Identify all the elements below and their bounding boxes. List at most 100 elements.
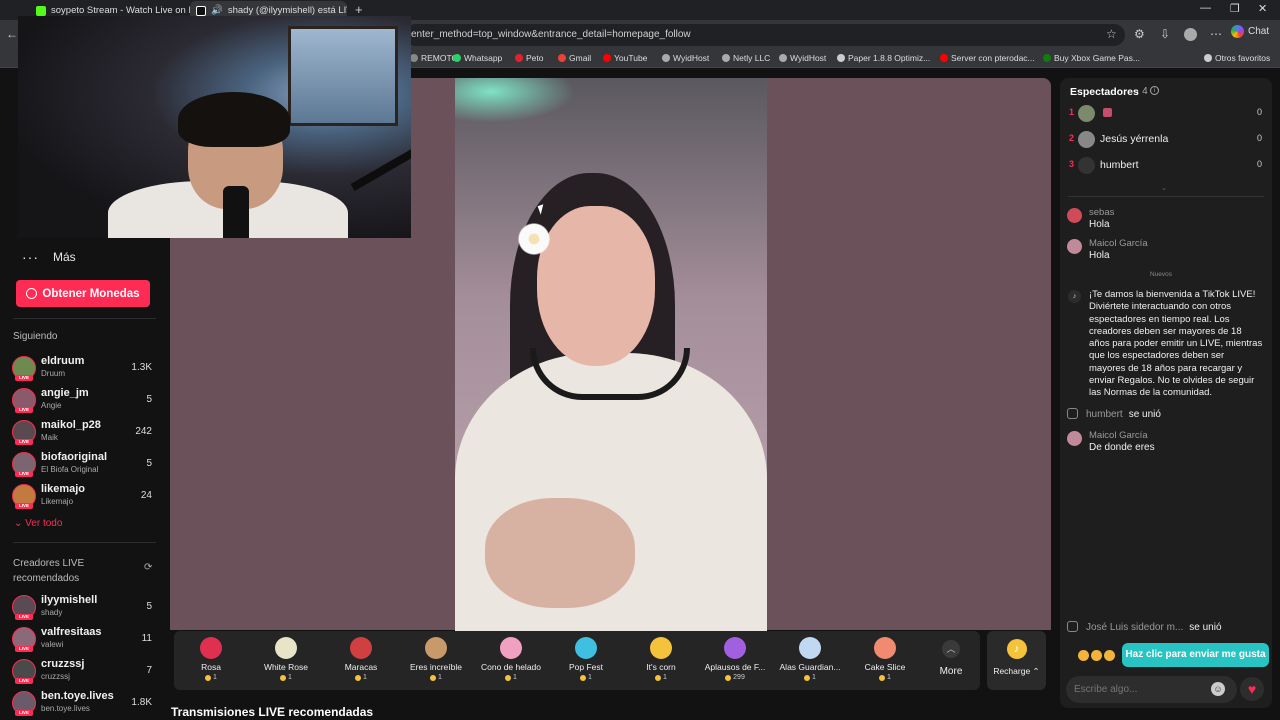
gift-name: Alas Guardian... <box>779 662 841 672</box>
emoji-picker-icon[interactable]: ☺ <box>1211 682 1225 696</box>
viewer-rank-row[interactable]: 3 humbert 0 <box>1068 155 1264 177</box>
live-badge: LIVE <box>15 678 33 684</box>
sidebar-creator-row[interactable]: LIVE angie_jm Angie 5 <box>12 385 158 415</box>
avatar[interactable] <box>1067 208 1082 223</box>
sidebar-creator-row[interactable]: LIVE valfresitaas valewi 11 <box>12 624 158 654</box>
gift-price: 1 <box>812 674 816 681</box>
coin-icon <box>580 674 587 681</box>
bookmark-item[interactable]: WyidHost <box>662 53 709 63</box>
bookmark-item[interactable]: Buy Xbox Game Pas... <box>1043 53 1140 63</box>
recommended-title-line1: Creadores LIVE <box>13 558 85 569</box>
see-all-link[interactable]: ⌄ Ver todo <box>14 518 62 529</box>
sidebar-creator-row[interactable]: LIVE likemajo Likemajo 24 <box>12 481 158 511</box>
viewer-rank-row[interactable]: 2 Jesús yérrenla 0 <box>1068 129 1264 151</box>
sidebar-creator-row[interactable]: LIVE ilyymishell shady 5 <box>12 592 158 622</box>
live-badge: LIVE <box>15 375 33 381</box>
viewer-name: humbert <box>1100 159 1139 171</box>
gift-icon <box>425 637 447 659</box>
live-badge: LIVE <box>15 646 33 652</box>
gift-item[interactable]: Cake Slice 1 <box>848 635 922 689</box>
chat-username[interactable]: Maicol García <box>1089 430 1148 441</box>
downloads-icon[interactable]: ⇩ <box>1160 27 1170 41</box>
following-title: Siguiendo <box>13 331 58 342</box>
copilot-chat-button[interactable]: Chat <box>1231 25 1269 38</box>
bookmark-item[interactable]: Gmail <box>558 53 591 63</box>
more-menu-item[interactable]: ··· Más <box>22 249 76 265</box>
extensions-icon[interactable]: ⚙ <box>1134 27 1145 41</box>
gift-item[interactable]: Rosa 1 <box>174 635 248 689</box>
recharge-button[interactable]: ♪ Recharge ⌃ <box>987 631 1046 690</box>
sidebar-creator-row[interactable]: LIVE eldruum Druum 1.3K <box>12 353 158 383</box>
menu-icon[interactable]: ⋯ <box>1210 27 1222 41</box>
viewer-rank-row[interactable]: 10 <box>1068 103 1264 125</box>
more-gifts-button[interactable]: ︿ More <box>930 640 972 677</box>
bookmark-item[interactable]: Whatsapp <box>453 53 502 63</box>
join-username[interactable]: humbert <box>1086 409 1123 420</box>
creator-name: angie_jm <box>41 387 89 399</box>
bookmark-item[interactable]: Server con pterodac... <box>940 53 1035 63</box>
gift-name: Cono de helado <box>480 662 542 672</box>
creator-name: ben.toye.lives <box>41 690 114 702</box>
bookmark-item[interactable]: REMOTO <box>410 53 458 63</box>
gift-item[interactable]: Pop Fest 1 <box>549 635 623 689</box>
viewer-count: 11 <box>141 633 152 644</box>
live-badge: LIVE <box>15 407 33 413</box>
bookmark-item[interactable]: Paper 1.8.8 Optimiz... <box>837 53 930 63</box>
star-icon[interactable]: ☆ <box>1106 27 1117 41</box>
recharge-label: Recharge <box>993 666 1031 676</box>
bookmark-item[interactable]: Otros favoritos <box>1204 53 1270 63</box>
reaction-emojis[interactable] <box>1078 650 1115 661</box>
sidebar-creator-row[interactable]: LIVE biofaoriginal El Biofa Original 5 <box>12 449 158 479</box>
sidebar-creator-row[interactable]: LIVE cruzzssj cruzzssj 7 <box>12 656 158 686</box>
rank-number: 1 <box>1069 107 1075 117</box>
bookmark-label: Netly LLC <box>733 53 771 63</box>
gift-item[interactable]: White Rose 1 <box>249 635 323 689</box>
bookmark-item[interactable]: Peto <box>515 53 544 63</box>
chat-label: Chat <box>1248 26 1270 37</box>
bookmark-label: Otros favoritos <box>1215 53 1271 63</box>
gift-item[interactable]: Cono de helado 1 <box>474 635 548 689</box>
new-tab-icon[interactable]: + <box>355 2 363 17</box>
creator-subtitle: cruzzssj <box>41 672 70 681</box>
avatar[interactable] <box>1067 239 1082 254</box>
get-coins-button[interactable]: Obtener Monedas <box>16 280 150 307</box>
sidebar-creator-row[interactable]: LIVE ben.toye.lives ben.toye.lives 1.8K <box>12 688 158 718</box>
live-video[interactable] <box>455 78 767 631</box>
back-icon[interactable]: ← <box>6 27 18 41</box>
gift-price: 1 <box>887 674 891 681</box>
like-tooltip[interactable]: Haz clic para enviar me gusta <box>1122 643 1269 667</box>
minimize-icon[interactable]: — <box>1200 2 1211 14</box>
restore-icon[interactable]: ❐ <box>1230 2 1240 15</box>
gift-item[interactable]: It's corn 1 <box>624 635 698 689</box>
gift-item[interactable]: Alas Guardian... 1 <box>773 635 847 689</box>
gift-item[interactable]: Eres increíble 1 <box>399 635 473 689</box>
profile-avatar-icon[interactable] <box>1184 28 1197 41</box>
avatar <box>1078 131 1095 148</box>
close-window-icon[interactable]: ✕ <box>1258 2 1267 15</box>
bookmark-favicon-icon <box>558 54 566 62</box>
sidebar-creator-row[interactable]: LIVE maikol_p28 Maik 242 <box>12 417 158 447</box>
gift-name: Eres increíble <box>410 662 462 672</box>
bookmark-item[interactable]: YouTube <box>603 53 647 63</box>
chat-username[interactable]: sebas <box>1089 207 1114 218</box>
bookmark-label: Paper 1.8.8 Optimiz... <box>848 53 931 63</box>
expand-ranking-icon[interactable]: ⌄ <box>1161 184 1167 192</box>
join-username[interactable]: José Luis sidedor m... <box>1086 622 1183 633</box>
speaker-icon[interactable]: 🔊 <box>211 5 223 16</box>
bookmark-favicon-icon <box>779 54 787 62</box>
gift-item[interactable]: Maracas 1 <box>324 635 398 689</box>
divider <box>1068 196 1264 197</box>
like-heart-button[interactable]: ♥ <box>1240 677 1264 701</box>
url-input[interactable]: enter_method=top_window&entrance_detail=… <box>405 24 1125 46</box>
more-dots-icon: ··· <box>22 249 39 265</box>
info-icon[interactable]: i <box>1150 86 1159 95</box>
webcam-overlay <box>18 16 411 238</box>
bookmark-item[interactable]: WyidHost <box>779 53 826 63</box>
refresh-icon[interactable]: ⟳ <box>144 562 152 573</box>
chat-username[interactable]: Maicol García <box>1089 238 1148 249</box>
gift-item[interactable]: Aplausos de F... 299 <box>698 635 772 689</box>
bookmark-favicon-icon <box>837 54 845 62</box>
bookmark-item[interactable]: Netly LLC <box>722 53 770 63</box>
avatar[interactable] <box>1067 431 1082 446</box>
creator-name: ilyymishell <box>41 594 98 606</box>
